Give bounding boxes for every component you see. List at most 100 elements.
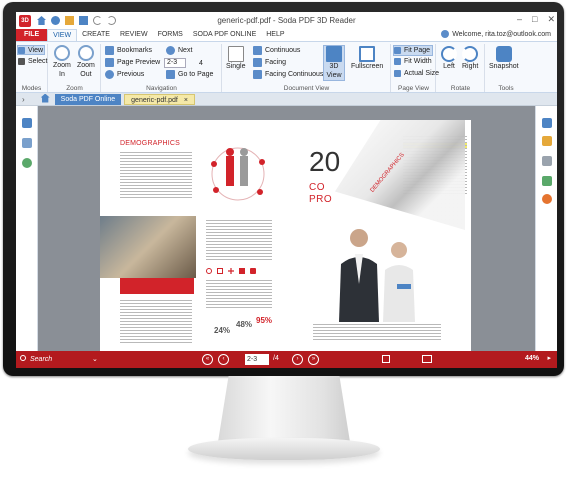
facing-view-icon[interactable] [422, 355, 432, 363]
rotate-left-icon [441, 46, 457, 62]
account-link[interactable]: Welcome, rita.toz@outlook.com [441, 30, 551, 38]
next-button[interactable]: Next [166, 46, 192, 55]
chevron-right-icon[interactable]: › [22, 95, 25, 104]
page-curl [335, 120, 465, 230]
title-bar: 3D generic-pdf.pdf - Soda PDF 3D Reader … [16, 12, 557, 29]
close-button[interactable]: ✕ [547, 14, 555, 25]
zoom-out-label-2: Out [80, 71, 92, 78]
ribbon-tabs: FILE VIEW CREATE REVIEW FORMS SODA PDF O… [16, 29, 557, 41]
facing-button[interactable]: Facing [253, 58, 286, 67]
app-window: 3D generic-pdf.pdf - Soda PDF 3D Reader … [16, 12, 557, 368]
thumbnails-icon[interactable] [22, 118, 32, 128]
book-3d-icon [326, 46, 342, 62]
close-tab-button[interactable]: × [184, 95, 188, 104]
fit-screen-icon[interactable] [382, 355, 390, 363]
actual-size-label: Actual Size [404, 70, 440, 77]
tab-file[interactable]: FILE [16, 29, 48, 41]
zoom-out-icon [77, 45, 94, 61]
comments-icon[interactable] [542, 136, 552, 146]
fullscreen-label: Fullscreen [351, 63, 384, 70]
chevron-down-icon[interactable]: ⌄ [92, 355, 98, 363]
continuous-icon [253, 46, 262, 55]
single-page-icon [227, 46, 244, 62]
home-icon [40, 93, 50, 103]
previous-label: Previous [117, 71, 145, 78]
group-document-view: Single Continuous Facing Facing Continuo… [223, 44, 391, 92]
arrow-left-icon [105, 70, 114, 79]
search-input[interactable]: Search [30, 356, 88, 363]
group-navigation: Bookmarks Page Preview Previous Next 2-3… [102, 44, 222, 92]
snapshot-button[interactable]: Snapshot [489, 46, 519, 71]
fit-page-button[interactable]: Fit Page [393, 45, 433, 56]
goto-label: Go to Page [178, 71, 214, 78]
select-mode-button[interactable]: Select [18, 58, 47, 65]
rotate-left-button[interactable]: Left [441, 46, 457, 71]
attachment-icon[interactable] [542, 156, 552, 166]
folder-icon[interactable] [65, 16, 74, 25]
zoom-in-button[interactable]: Zoom In [53, 45, 71, 79]
tab-review[interactable]: REVIEW [115, 29, 153, 41]
previous-page-button[interactable]: ‹ [218, 354, 229, 365]
redo-icon[interactable] [107, 16, 116, 25]
last-page-button[interactable]: » [308, 354, 319, 365]
next-page-button[interactable]: › [292, 354, 303, 365]
signature-icon[interactable] [542, 194, 552, 204]
rotate-right-button[interactable]: Right [462, 46, 478, 71]
view-mode-button[interactable]: View [17, 45, 45, 55]
stat-percent-3: 95% [256, 316, 273, 325]
single-button[interactable]: Single [226, 46, 245, 71]
zoom-level[interactable]: 44% [525, 355, 539, 362]
maximize-button[interactable]: □ [532, 14, 537, 25]
bookmarks-panel-icon[interactable] [22, 138, 32, 148]
home-tab-icon-wrap[interactable] [39, 93, 52, 105]
zoom-out-button[interactable]: Zoom Out [77, 45, 95, 79]
fullscreen-button[interactable]: Fullscreen [351, 46, 383, 71]
view-3d-button[interactable]: 3D View [323, 45, 345, 81]
page-right: 20 CO PRO DEMOGRAPHICS [283, 120, 471, 351]
cloud-icon[interactable] [51, 16, 60, 25]
home-icon[interactable] [37, 16, 46, 25]
facing-continuous-button[interactable]: Facing Continuous [253, 70, 323, 79]
group-label-modes: Modes [21, 85, 42, 92]
actual-size-button[interactable]: Actual Size [394, 70, 439, 77]
first-page-button[interactable]: « [202, 354, 213, 365]
layers-icon[interactable] [542, 176, 552, 186]
group-zoom: Zoom In Zoom Out Zoom [49, 44, 101, 92]
save-icon[interactable] [79, 16, 88, 25]
goto-page-button[interactable]: Go to Page [166, 70, 213, 79]
stat-percent-2: 48% [236, 320, 253, 329]
actual-size-icon [394, 70, 401, 77]
group-label-navigation: Navigation [146, 85, 177, 92]
page-number-input[interactable]: 2-3 [164, 58, 186, 68]
minimize-button[interactable]: – [517, 14, 522, 25]
page-preview-button[interactable]: Page Preview [105, 58, 160, 67]
bookmarks-button[interactable]: Bookmarks [105, 46, 152, 55]
fit-width-button[interactable]: Fit Width [394, 58, 432, 65]
bookmarks-label: Bookmarks [117, 47, 153, 54]
continuous-button[interactable]: Continuous [253, 46, 300, 55]
previous-button[interactable]: Previous [105, 70, 144, 79]
stat-percent-1: 24% [214, 326, 231, 335]
tab-document[interactable]: generic-pdf.pdf × [124, 93, 195, 105]
zoom-in-label-2: In [59, 71, 65, 78]
zoom-menu-icon[interactable]: ▸ [547, 354, 551, 362]
tab-view[interactable]: VIEW [47, 29, 78, 41]
tab-soda-pdf-online[interactable]: SODA PDF ONLINE [188, 29, 261, 41]
left-side-panel [16, 106, 38, 351]
tab-create[interactable]: CREATE [77, 29, 115, 41]
tools-panel-icon[interactable] [542, 118, 552, 128]
quick-access-toolbar [37, 16, 116, 25]
facing-label: Facing [265, 59, 287, 66]
tab-soda-pdf-online-doc[interactable]: Soda PDF Online [54, 93, 122, 105]
tab-help[interactable]: HELP [261, 29, 289, 41]
body-text-block-2 [206, 220, 272, 260]
body-text-block-3 [120, 300, 192, 344]
rotate-left-label: Left [443, 63, 455, 70]
document-viewer[interactable]: DEMOGRAPHICS 24% 48% 95% 20 CO PRO DEMOG… [38, 106, 535, 351]
icon-row [206, 268, 256, 274]
status-page-input[interactable]: 2-3 [245, 354, 269, 365]
undo-icon[interactable] [93, 16, 102, 25]
facing-icon [253, 58, 262, 67]
search-panel-icon[interactable] [22, 158, 32, 168]
tab-forms[interactable]: FORMS [153, 29, 188, 41]
